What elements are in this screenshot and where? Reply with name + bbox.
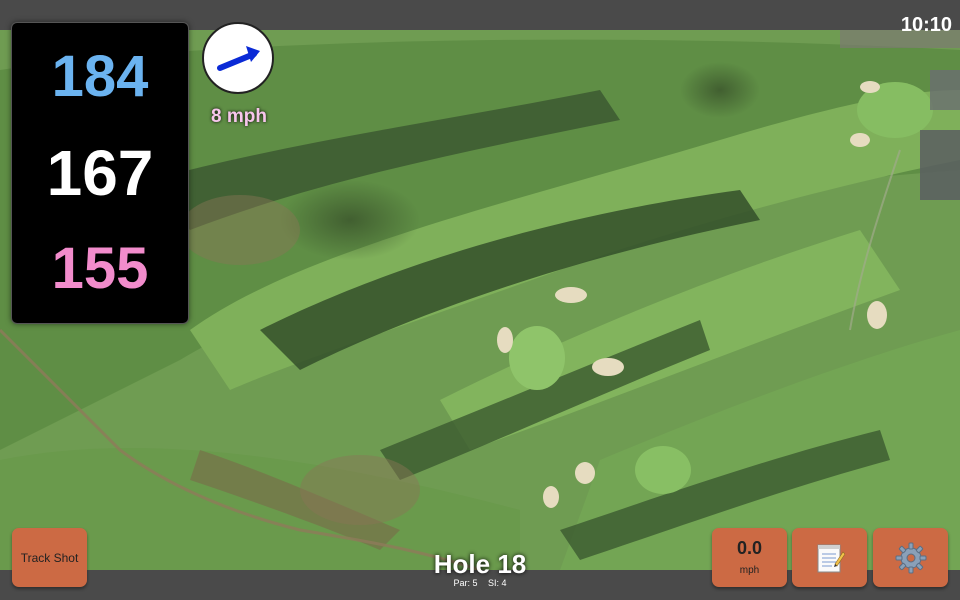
hole-info: Par: 5 SI: 4 bbox=[380, 578, 580, 588]
notepad-icon bbox=[817, 544, 845, 572]
speed-unit: mph bbox=[739, 565, 760, 576]
wind-arrow-icon bbox=[217, 46, 260, 71]
distance-front: 155 bbox=[51, 236, 149, 301]
gear-icon bbox=[895, 542, 926, 573]
distance-panel: 184 167 155 bbox=[11, 22, 189, 324]
wind-speed: 8 mph bbox=[211, 106, 267, 127]
track-shot-label: Track Shot bbox=[20, 550, 79, 565]
status-time: 10:10 bbox=[900, 14, 952, 36]
hole-si: SI: 4 bbox=[488, 578, 507, 588]
hole-par: Par: 5 bbox=[453, 578, 478, 588]
track-shot-button[interactable]: Track Shot bbox=[12, 528, 87, 587]
distance-back: 184 bbox=[51, 44, 149, 109]
notes-button[interactable] bbox=[792, 528, 867, 587]
settings-button[interactable] bbox=[873, 528, 948, 587]
speed-button[interactable]: 0.0 mph bbox=[712, 528, 787, 587]
distance-middle: 167 bbox=[46, 137, 154, 209]
speed-value: 0.0 bbox=[736, 538, 763, 558]
hole-title: Hole 18 bbox=[433, 549, 527, 579]
wind-indicator bbox=[202, 22, 274, 94]
